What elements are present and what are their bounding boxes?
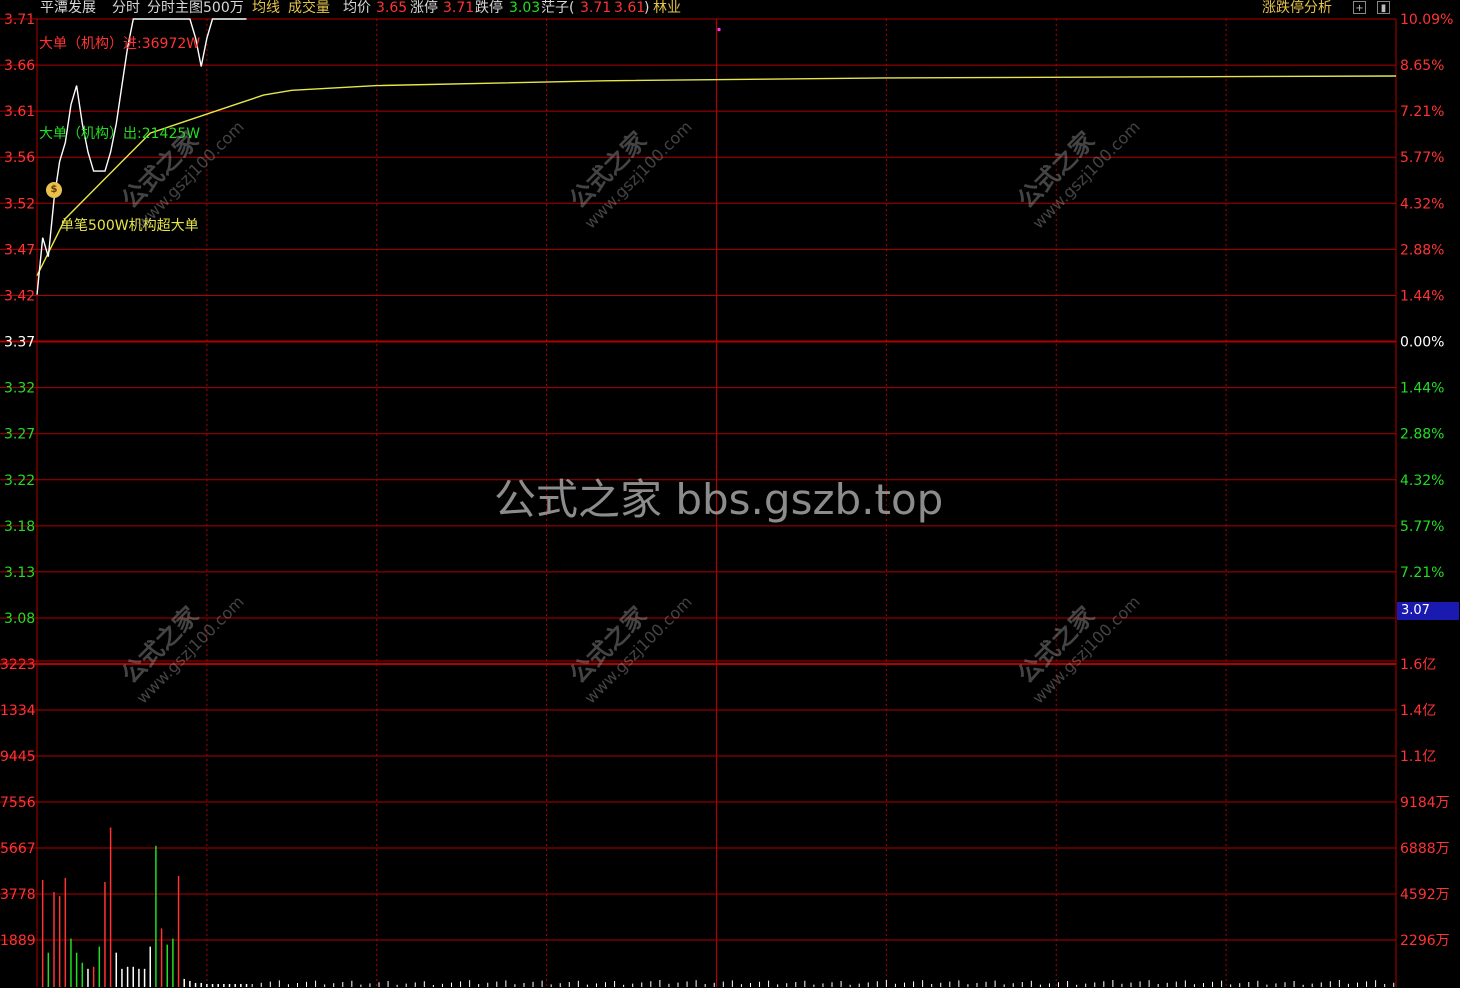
current-price-box: 3.07 (1397, 602, 1459, 620)
big-order-out-label: 大单（机构）出: (39, 126, 142, 142)
volume-tick-label: 1334 (0, 703, 36, 719)
volume-tick-label-right: 4592万 (1400, 887, 1450, 903)
money-bag-icon[interactable]: $ (46, 182, 62, 198)
volume-tick-label-right: 9184万 (1400, 795, 1450, 811)
price-tick-label: 3.27 (4, 427, 35, 443)
avg-price-label: 均价 (343, 0, 371, 16)
price-tick-label: 3.13 (4, 565, 35, 581)
limit-up-label: 涨停 (410, 0, 438, 16)
volume-label[interactable]: 成交量 (288, 0, 330, 17)
pct-tick-label: 8.65% (1400, 58, 1444, 74)
pct-tick-label: 2.88% (1400, 242, 1444, 258)
volume-tick-label: 3223 (0, 657, 36, 673)
pct-tick-label: 5.77% (1400, 150, 1444, 166)
chart-header: 平潭发展 分时 分时主图500万 均线 成交量 均价 3.65 涨停 3.71 … (0, 0, 1460, 18)
price-tick-label: 3.37 (4, 335, 35, 351)
sector-value-1: 3.71 (580, 0, 612, 16)
volume-tick-label-right: 6888万 (1400, 841, 1450, 857)
pct-tick-label: 7.21% (1400, 104, 1444, 120)
big-order-in-value: 36972W (141, 36, 201, 52)
limit-down-label: 跌停 (475, 0, 503, 16)
price-tick-label: 3.66 (4, 58, 35, 74)
price-tick-label: 3.56 (4, 150, 35, 166)
volume-tick-label: 7556 (0, 795, 36, 811)
big-order-out-value: 21425W (141, 126, 201, 142)
sector-value-2: 3.61 (614, 0, 646, 16)
volume-tick-label-right: 1.4亿 (1400, 703, 1436, 719)
pct-tick-label: 7.21% (1400, 565, 1444, 581)
pct-tick-label: 4.32% (1400, 473, 1444, 489)
price-tick-label: 3.47 (4, 242, 35, 258)
volume-tick-label: 1889 (0, 933, 36, 949)
stock-name[interactable]: 平潭发展 (40, 0, 96, 17)
avg-price-value: 3.65 (376, 0, 408, 16)
volume-tick-label-right: 1.6亿 (1400, 657, 1436, 673)
price-tick-label: 3.22 (4, 473, 35, 489)
limit-up-value: 3.71 (443, 0, 475, 16)
pct-tick-label: 2.88% (1400, 427, 1444, 443)
price-tick-label: 3.18 (4, 519, 35, 535)
price-tick-label: 3.32 (4, 381, 35, 397)
price-tick-label: 3.61 (4, 104, 35, 120)
pct-tick-label: 5.77% (1400, 519, 1444, 535)
pct-tick-label: 4.32% (1400, 196, 1444, 212)
volume-tick-label-right: 2296万 (1400, 933, 1450, 949)
big-order-in-text: 大单（机构）进:36972W (39, 33, 200, 53)
sector-suffix: ) (644, 0, 650, 16)
avg-line-label[interactable]: 均线 (252, 0, 280, 17)
time-marker-dot (717, 28, 721, 31)
pct-tick-label: 1.44% (1400, 288, 1444, 304)
big-order-out-text: 大单（机构）出:21425W (39, 123, 200, 143)
timeshare-chart[interactable]: 3.71 10.09%3.66 8.65%3.61 7.21%3.56 5.77%3.5… (0, 0, 1460, 988)
volume-tick-label: 5667 (0, 841, 36, 857)
limit-down-value: 3.03 (509, 0, 541, 16)
pct-tick-label: 0.00% (1400, 335, 1444, 351)
pct-tick-label: 1.44% (1400, 381, 1444, 397)
window-icon[interactable]: ▮ (1377, 1, 1390, 14)
mode-label[interactable]: 分时 (112, 0, 140, 17)
main-chart-label[interactable]: 分时主图500万 (147, 0, 244, 17)
zoom-icon[interactable]: + (1353, 1, 1366, 14)
volume-tick-label: 9445 (0, 749, 36, 765)
price-tick-label: 3.42 (4, 288, 35, 304)
volume-tick-label-right: 1.1亿 (1400, 749, 1436, 765)
big-order-in-label: 大单（机构）进: (39, 36, 142, 52)
price-tick-label: 3.52 (4, 196, 35, 212)
price-tick-label: 3.08 (4, 611, 35, 627)
volume-tick-label: 3778 (0, 887, 36, 903)
sector-prefix: 茫子( (541, 0, 575, 16)
single-order-label: 单笔500W机构超大单 (60, 218, 199, 234)
industry-label[interactable]: 林业 (653, 0, 681, 17)
limit-analysis-link[interactable]: 涨跌停分析 (1262, 0, 1332, 17)
